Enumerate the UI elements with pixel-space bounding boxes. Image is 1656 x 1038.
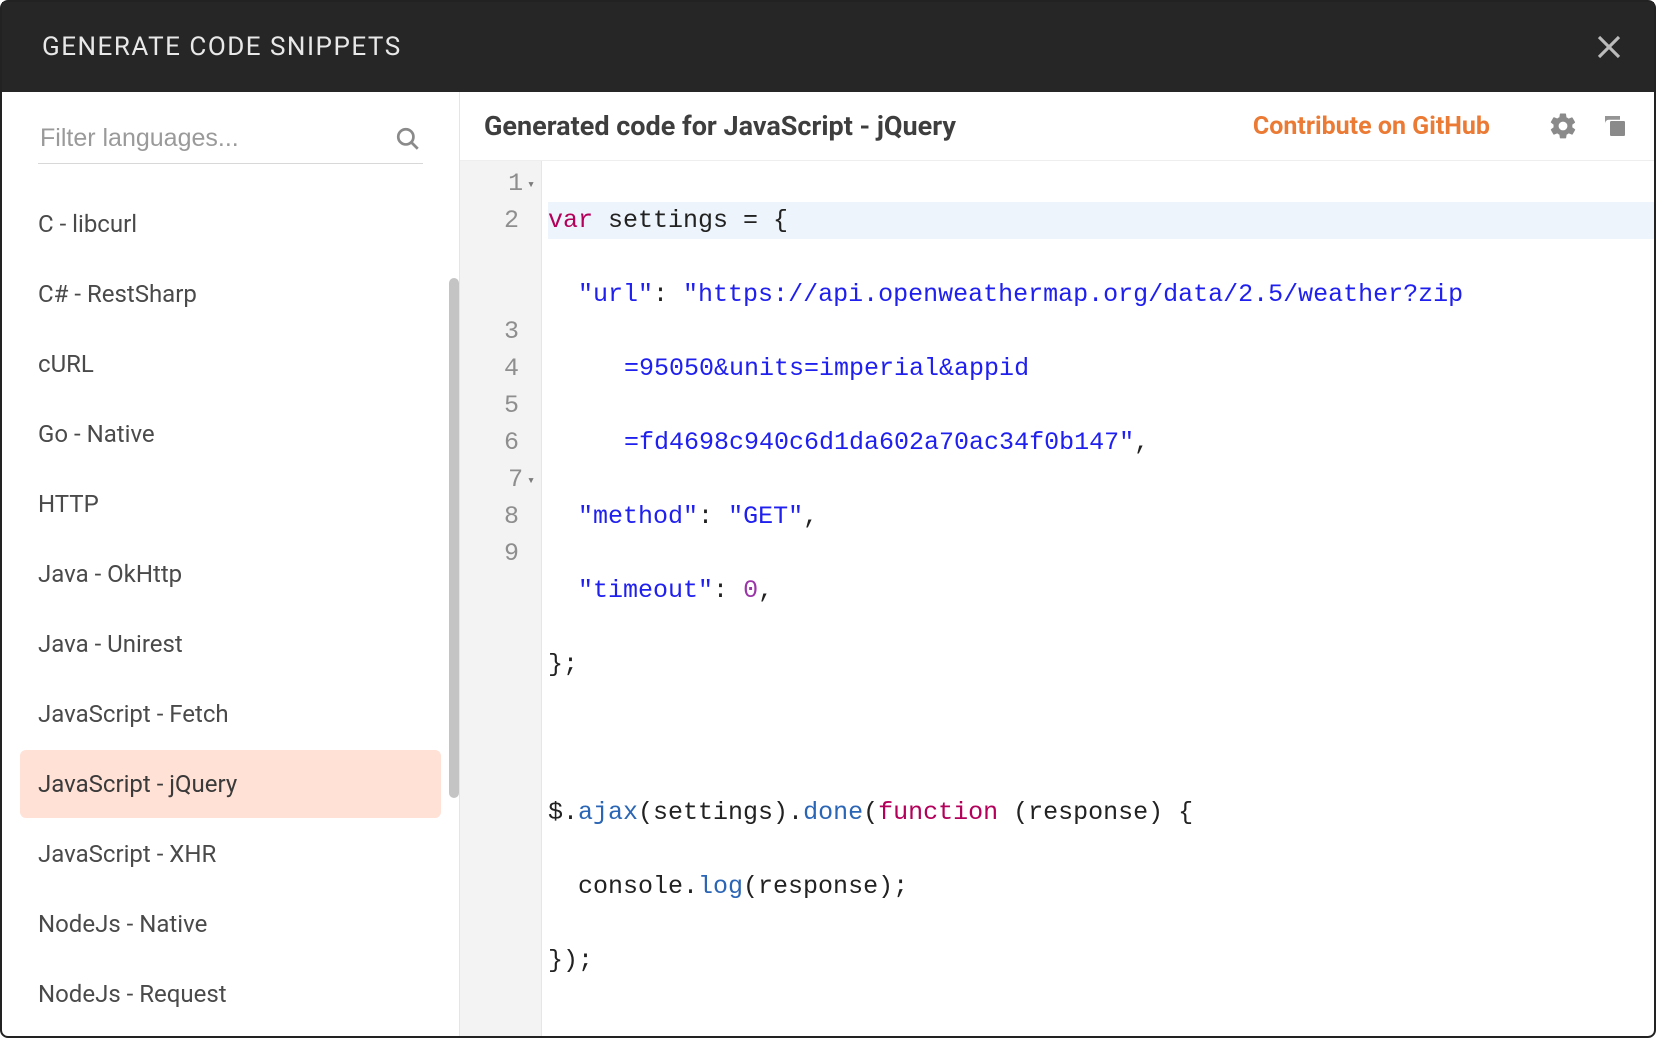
code-line: =95050&units=imperial&appid — [548, 350, 1654, 387]
gear-icon[interactable] — [1548, 111, 1578, 141]
gutter-line: 6 — [478, 424, 535, 461]
sidebar: C - libcurlC# - RestSharpcURLGo - Native… — [2, 92, 460, 1036]
language-item[interactable]: Go - Native — [20, 400, 441, 468]
gutter-line: 3 — [478, 313, 535, 350]
language-item[interactable]: NodeJs - Native — [20, 890, 441, 958]
language-item[interactable]: NodeJs - Request — [20, 960, 441, 1028]
language-item[interactable]: C# - RestSharp — [20, 260, 441, 328]
copy-icon[interactable] — [1600, 111, 1630, 141]
token-number: 0 — [743, 576, 758, 605]
token-fn: ajax — [578, 798, 638, 827]
token-keyword: function — [878, 798, 998, 827]
language-item[interactable]: JavaScript - jQuery — [20, 750, 441, 818]
language-item[interactable]: Java - Unirest — [20, 610, 441, 678]
code-line: =fd4698c940c6d1da602a70ac34f0b147", — [548, 424, 1654, 461]
code-editor[interactable]: 1▾2 34567▾89 var settings = { "url": "htt… — [460, 161, 1654, 1036]
token-string: =fd4698c940c6d1da602a70ac34f0b147" — [624, 428, 1134, 457]
language-item[interactable]: Java - OkHttp — [20, 540, 441, 608]
code-line: }); — [548, 942, 1654, 979]
language-item[interactable]: C - libcurl — [20, 190, 441, 258]
token-string: "https://api.openweathermap.org/data/2.5… — [683, 280, 1463, 309]
fold-icon[interactable]: ▾ — [527, 166, 535, 203]
generated-code-title: Generated code for JavaScript - jQuery — [484, 110, 1253, 142]
modal-title: GENERATE CODE SNIPPETS — [42, 32, 402, 62]
token-string: =95050&units=imperial&appid — [624, 354, 1029, 383]
token-fn: log — [698, 872, 743, 901]
code-line: "timeout": 0, — [548, 572, 1654, 609]
gutter: 1▾2 34567▾89 — [460, 161, 542, 1036]
code-line: }; — [548, 646, 1654, 683]
code-line: "method": "GET", — [548, 498, 1654, 535]
code-area[interactable]: var settings = { "url": "https://api.ope… — [542, 161, 1654, 1036]
contribute-github-link[interactable]: Contribute on GitHub — [1253, 112, 1490, 141]
language-item[interactable]: JavaScript - XHR — [20, 820, 441, 888]
gutter-line — [478, 276, 535, 313]
content: C - libcurlC# - RestSharpcURLGo - Native… — [2, 92, 1654, 1036]
gutter-line: 4 — [478, 350, 535, 387]
main-header: Generated code for JavaScript - jQuery C… — [460, 92, 1654, 161]
fold-icon[interactable]: ▾ — [527, 462, 535, 499]
gutter-line — [478, 239, 535, 276]
gutter-line: 1▾ — [478, 165, 535, 202]
search-wrap — [2, 92, 459, 178]
code-line: console.log(response); — [548, 868, 1654, 905]
token-keyword: var — [548, 206, 593, 235]
token-string: "url" — [578, 280, 653, 309]
code-line — [548, 720, 1654, 757]
language-item[interactable]: HTTP — [20, 470, 441, 538]
language-item[interactable]: cURL — [20, 330, 441, 398]
search-icon[interactable] — [395, 126, 421, 152]
gutter-line: 9 — [478, 535, 535, 572]
language-list[interactable]: C - libcurlC# - RestSharpcURLGo - Native… — [2, 178, 459, 1036]
token-string: "GET" — [728, 502, 803, 531]
gutter-line: 8 — [478, 498, 535, 535]
gutter-line: 7▾ — [478, 461, 535, 498]
filter-languages-input[interactable] — [40, 124, 395, 153]
token-fn: done — [803, 798, 863, 827]
gutter-line: 2 — [478, 202, 535, 239]
token-string: "method" — [578, 502, 698, 531]
titlebar: GENERATE CODE SNIPPETS — [2, 2, 1654, 92]
token-string: "timeout" — [578, 576, 713, 605]
code-line: "url": "https://api.openweathermap.org/d… — [548, 276, 1654, 313]
token: settings = { — [593, 206, 788, 235]
search-row — [38, 118, 423, 164]
code-line: var settings = { — [548, 202, 1654, 239]
gutter-line: 5 — [478, 387, 535, 424]
main-pane: Generated code for JavaScript - jQuery C… — [460, 92, 1654, 1036]
code-line: $.ajax(settings).done(function (response… — [548, 794, 1654, 831]
scrollbar-thumb[interactable] — [449, 278, 459, 798]
close-icon[interactable] — [1594, 32, 1624, 62]
language-item[interactable]: JavaScript - Fetch — [20, 680, 441, 748]
